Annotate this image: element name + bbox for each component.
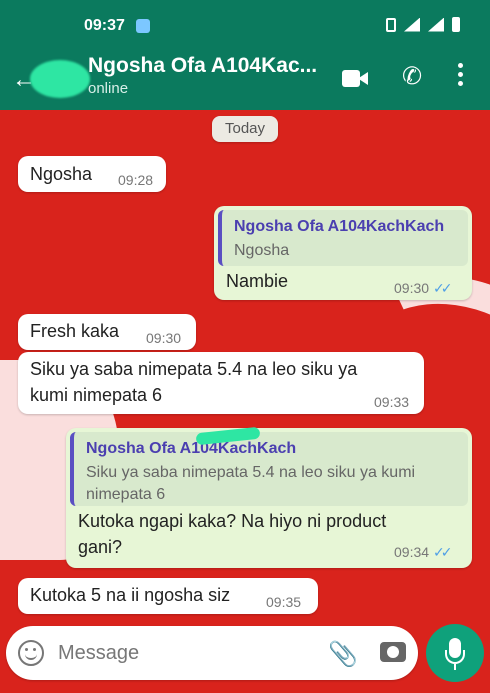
message-outgoing[interactable]: Ngosha Ofa A104KachKach Ngosha Nambie 09… <box>214 206 472 300</box>
emoji-icon[interactable] <box>18 640 44 666</box>
message-input[interactable] <box>58 634 308 672</box>
status-time: 09:37 <box>84 17 125 34</box>
quote-text: Siku ya saba nimepata 5.4 na leo siku ya… <box>86 464 416 503</box>
attach-icon[interactable]: 📎 <box>328 640 358 669</box>
quote-sender: Ngosha Ofa A104KachKach <box>234 218 445 235</box>
status-icons <box>386 17 460 32</box>
message-text: Kutoka 5 na ii ngosha siz <box>30 585 231 605</box>
voice-record-button[interactable] <box>426 624 484 682</box>
quoted-message[interactable]: Ngosha Ofa A104KachKach Siku ya saba nim… <box>70 432 468 506</box>
chat-header: ← Ngosha Ofa A104Kac... online ✆ <box>0 48 490 110</box>
signal-4g-icon <box>428 17 444 32</box>
vibrate-icon <box>386 17 396 32</box>
message-incoming[interactable]: Kutoka 5 na ii ngosha siz 09:35 <box>18 578 318 614</box>
message-incoming[interactable]: Fresh kaka 09:30 <box>18 314 196 350</box>
more-icon[interactable] <box>458 63 464 90</box>
cast-icon <box>136 19 150 33</box>
message-time: 09:34 ✓✓ <box>394 544 453 560</box>
signal-icon <box>404 17 420 32</box>
message-time: 09:28 <box>118 172 154 188</box>
video-call-icon[interactable] <box>342 70 368 87</box>
message-incoming[interactable]: Siku ya saba nimepata 5.4 na leo siku ya… <box>18 352 424 414</box>
quoted-message[interactable]: Ngosha Ofa A104KachKach Ngosha <box>218 210 468 266</box>
chat-status: online <box>88 80 129 97</box>
status-bar: 09:37 <box>0 0 490 48</box>
avatar[interactable] <box>30 60 90 98</box>
quote-sender: Ngosha Ofa A104KachKach <box>86 440 297 457</box>
camera-icon[interactable] <box>380 642 406 662</box>
battery-icon <box>452 17 460 32</box>
phone-icon[interactable]: ✆ <box>402 62 422 91</box>
read-ticks-icon: ✓✓ <box>433 544 453 560</box>
message-text: Siku ya saba nimepata 5.4 na leo siku ya… <box>30 359 358 405</box>
date-chip: Today <box>212 116 278 142</box>
message-time: 09:33 <box>374 394 410 410</box>
message-text: Kutoka ngapi kaka? Na hiyo ni product ga… <box>78 511 387 557</box>
read-ticks-icon: ✓✓ <box>433 280 453 296</box>
message-outgoing[interactable]: Ngosha Ofa A104KachKach Siku ya saba nim… <box>66 428 472 568</box>
message-composer: 📎 <box>6 626 418 680</box>
message-time: 09:30 <box>146 330 182 346</box>
message-text: Ngosha <box>30 164 93 184</box>
message-time: 09:35 <box>266 594 302 610</box>
message-text: Fresh kaka <box>30 321 120 341</box>
chat-name[interactable]: Ngosha Ofa A104Kac... <box>88 54 317 78</box>
message-incoming[interactable]: Ngosha 09:28 <box>18 156 166 192</box>
message-text: Nambie <box>226 271 289 291</box>
message-time: 09:30 ✓✓ <box>394 280 453 296</box>
quote-text: Ngosha <box>234 242 290 259</box>
